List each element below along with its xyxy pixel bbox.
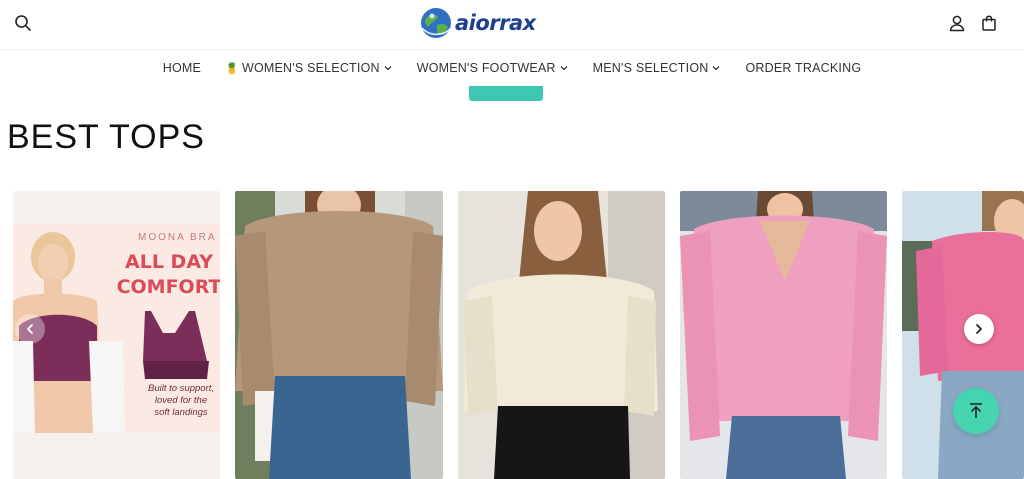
product-card[interactable] bbox=[235, 191, 443, 479]
product-card[interactable] bbox=[680, 191, 887, 479]
nav-item-home[interactable]: HOME bbox=[151, 61, 213, 75]
globe-logo-icon bbox=[421, 8, 452, 38]
bag-icon bbox=[982, 15, 996, 31]
cart-button[interactable] bbox=[978, 12, 1000, 34]
account-button[interactable] bbox=[946, 12, 968, 34]
main-navigation: HOME 🍍 WOMEN'S SELECTION WOMEN'S FOOTWEA… bbox=[0, 50, 1024, 86]
product-image bbox=[235, 191, 443, 479]
nav-item-womens-footwear[interactable]: WOMEN'S FOOTWEAR bbox=[405, 61, 581, 75]
nav-item-label: ORDER TRACKING bbox=[745, 61, 862, 75]
promo-headline-line: ALL DAY bbox=[125, 251, 213, 273]
nav-item-label: MEN'S SELECTION bbox=[592, 61, 709, 75]
promo-subtext-line: soft landings bbox=[154, 407, 208, 418]
carousel-next-button[interactable] bbox=[964, 314, 994, 344]
product-image bbox=[458, 191, 665, 479]
product-image bbox=[902, 191, 1024, 479]
nav-item-label: WOMEN'S SELECTION bbox=[241, 61, 380, 75]
promo-brand: MOONA BRA bbox=[138, 232, 217, 243]
carousel-prev-button[interactable] bbox=[15, 314, 45, 344]
promo-headline: ALL DAY COMFORT bbox=[110, 250, 220, 300]
chevron-right-icon bbox=[976, 324, 982, 334]
product-card[interactable] bbox=[902, 191, 1024, 479]
nav-item-mens-selection[interactable]: MEN'S SELECTION bbox=[581, 61, 734, 75]
promo-headline-line: COMFORT bbox=[116, 276, 220, 298]
search-icon bbox=[15, 15, 31, 31]
user-icon bbox=[949, 15, 965, 32]
promo-subtext-line: Built to support, bbox=[147, 383, 214, 394]
nav-item-label: WOMEN'S FOOTWEAR bbox=[416, 61, 556, 75]
chevron-down-icon bbox=[384, 66, 392, 71]
nav-item-label: HOME bbox=[162, 61, 202, 75]
brand-name: aiorrax bbox=[455, 11, 536, 35]
chevron-down-icon bbox=[713, 66, 720, 71]
product-card[interactable] bbox=[458, 191, 665, 479]
banner-cta-button[interactable] bbox=[469, 86, 543, 101]
nav-item-order-tracking[interactable]: ORDER TRACKING bbox=[733, 61, 873, 75]
search-button[interactable] bbox=[12, 12, 34, 34]
scroll-to-top-button[interactable] bbox=[953, 388, 999, 434]
nav-item-womens-selection[interactable]: 🍍 WOMEN'S SELECTION bbox=[213, 61, 405, 75]
chevron-left-icon bbox=[27, 324, 33, 334]
arrow-up-icon bbox=[970, 403, 982, 418]
promo-subtext-line: loved for the bbox=[154, 395, 208, 406]
site-logo[interactable]: aiorrax bbox=[419, 6, 536, 40]
chevron-down-icon bbox=[560, 66, 568, 71]
section-title: BEST TOPS bbox=[7, 118, 205, 156]
site-header: aiorrax bbox=[0, 0, 1024, 50]
product-card-promo[interactable]: MOONA BRA ALL DAY COMFORT Built to suppo… bbox=[13, 191, 220, 479]
pineapple-emoji-icon: 🍍 bbox=[225, 62, 239, 75]
product-image bbox=[680, 191, 887, 479]
promo-subtext: Built to support, loved for the soft lan… bbox=[131, 383, 220, 419]
